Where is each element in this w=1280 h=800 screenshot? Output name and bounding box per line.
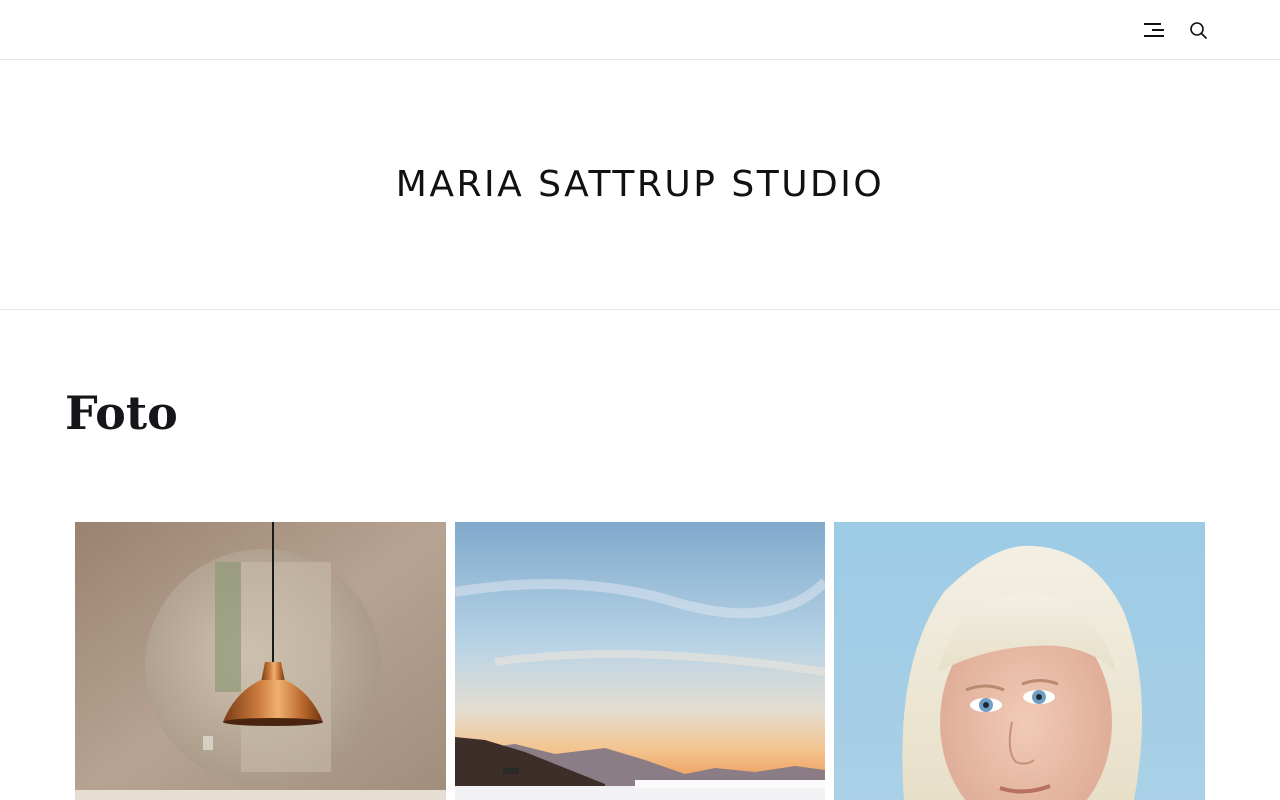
site-branding: MARIA SATTRUP STUDIO — [0, 60, 1280, 310]
page-title: Foto — [65, 386, 178, 440]
menu-button[interactable] — [1140, 18, 1168, 42]
search-button[interactable] — [1186, 18, 1210, 42]
hamburger-menu-icon — [1144, 23, 1164, 37]
lamp-photo — [75, 522, 446, 800]
site-title-link[interactable]: MARIA SATTRUP STUDIO — [396, 164, 884, 205]
gallery-item-lamp[interactable] — [75, 522, 446, 800]
landscape-photo — [455, 522, 825, 800]
photo-gallery — [75, 522, 1205, 800]
gallery-item-portrait[interactable] — [834, 522, 1205, 800]
portrait-photo — [834, 522, 1205, 800]
search-icon — [1190, 22, 1207, 39]
top-bar — [0, 0, 1280, 60]
gallery-item-landscape[interactable] — [455, 522, 825, 800]
